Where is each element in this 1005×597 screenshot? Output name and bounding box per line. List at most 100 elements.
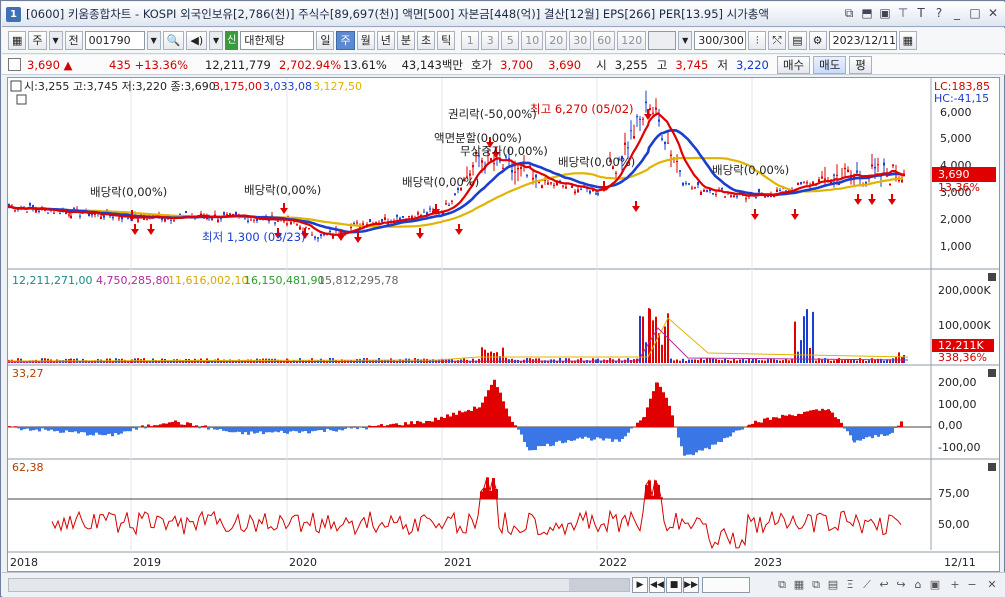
period-month[interactable]: 월 bbox=[356, 31, 375, 50]
candle-body bbox=[112, 217, 114, 219]
period-day[interactable]: 일 bbox=[316, 31, 335, 50]
candle-body bbox=[454, 193, 456, 196]
osc-bar bbox=[410, 421, 413, 428]
interval-1[interactable]: 1 bbox=[461, 31, 480, 50]
chart-area[interactable]: 시:3,255 고:3,745 저:3,220 종:3,690 3,175,00… bbox=[7, 77, 1000, 572]
scrollbar-thumb[interactable] bbox=[569, 579, 629, 591]
tool-close-icon[interactable]: ✕ bbox=[984, 577, 1000, 593]
period-second[interactable]: 초 bbox=[416, 31, 436, 50]
date-input[interactable]: 2023/12/11 bbox=[828, 31, 897, 50]
tool-save-icon[interactable]: ▣ bbox=[927, 577, 943, 593]
prev-button[interactable]: 전 bbox=[64, 31, 83, 50]
candle-body bbox=[824, 178, 826, 181]
calendar-icon[interactable]: ▦ bbox=[898, 31, 918, 50]
candle-body bbox=[35, 209, 37, 213]
play-button[interactable]: ▶ bbox=[632, 577, 648, 593]
window-icon[interactable]: ▣ bbox=[877, 5, 893, 22]
osc-bar bbox=[338, 427, 341, 430]
maximize-icon[interactable]: □ bbox=[967, 5, 983, 22]
quote-checkbox[interactable] bbox=[8, 58, 21, 71]
chart-svg[interactable]: 시:3,255 고:3,745 저:3,220 종:3,690 3,175,00… bbox=[7, 78, 999, 571]
period-select[interactable]: 주 bbox=[28, 31, 47, 50]
legend-checkbox-icon[interactable] bbox=[10, 80, 22, 92]
osc-bar bbox=[332, 427, 335, 431]
vol-legend-4: 16,150,481,90 bbox=[244, 274, 324, 287]
volume-bar bbox=[727, 360, 729, 363]
tool-zoom-out-icon[interactable]: − bbox=[964, 577, 980, 593]
candle-body bbox=[445, 203, 447, 205]
interval-5[interactable]: 5 bbox=[501, 31, 520, 50]
tool-redo-icon[interactable]: ↪ bbox=[893, 577, 909, 593]
turnover-rate: 13.61% bbox=[343, 57, 387, 72]
avg-button[interactable]: 평 bbox=[849, 55, 872, 74]
osc-bar bbox=[141, 425, 144, 428]
high-annotation: 최고 6,270 (05/02) bbox=[530, 102, 634, 116]
close-icon[interactable]: ✕ bbox=[985, 5, 1001, 22]
osc-bar bbox=[268, 427, 271, 433]
rewind-button[interactable]: ◀◀ bbox=[649, 577, 665, 593]
minimize-icon[interactable]: _ bbox=[949, 5, 965, 22]
tool-line-icon[interactable]: ⟋ bbox=[859, 577, 875, 593]
search-icon[interactable]: 🔍 bbox=[162, 31, 185, 50]
forward-button[interactable]: ▶▶ bbox=[683, 577, 699, 593]
tool-zoom-in-icon[interactable]: + bbox=[947, 577, 963, 593]
buy-button[interactable]: 매수 bbox=[776, 55, 811, 74]
osc-bar bbox=[843, 427, 846, 429]
period-tick[interactable]: 틱 bbox=[437, 31, 456, 50]
stop-button[interactable]: ■ bbox=[666, 577, 682, 593]
count-input[interactable]: 300/300 bbox=[694, 31, 747, 50]
help-icon[interactable]: ? bbox=[931, 5, 947, 22]
pin-up-icon[interactable]: ⊤ bbox=[895, 5, 911, 22]
tool-undo-icon[interactable]: ↩ bbox=[876, 577, 892, 593]
osc-bar bbox=[317, 427, 320, 431]
period-minute[interactable]: 분 bbox=[396, 31, 415, 50]
osc-bar bbox=[587, 427, 590, 438]
restore-icon[interactable]: ⧉ bbox=[841, 5, 857, 22]
interval-3[interactable]: 3 bbox=[481, 31, 500, 50]
interval-30[interactable]: 30 bbox=[569, 31, 592, 50]
osc-bar bbox=[138, 427, 141, 428]
code-input[interactable]: 001790 bbox=[84, 31, 145, 50]
interval-custom-input[interactable] bbox=[648, 31, 677, 50]
tool-box-icon[interactable]: ⧉ bbox=[774, 577, 790, 593]
period-dropdown-icon[interactable]: ▼ bbox=[48, 31, 63, 50]
osc-bar bbox=[859, 427, 862, 441]
tool-grid-icon[interactable]: ▦ bbox=[791, 577, 807, 593]
scrollbar[interactable] bbox=[8, 578, 630, 592]
code-dropdown-icon[interactable]: ▼ bbox=[146, 31, 161, 50]
period-week[interactable]: 주 bbox=[336, 31, 355, 50]
osc-bar bbox=[419, 421, 422, 428]
grid-icon[interactable] bbox=[16, 94, 27, 105]
candle-body bbox=[661, 138, 663, 140]
interval-20[interactable]: 20 bbox=[545, 31, 568, 50]
tool-home-icon[interactable]: ⌂ bbox=[910, 577, 926, 593]
candle-body bbox=[274, 222, 276, 224]
interval-10[interactable]: 10 bbox=[521, 31, 544, 50]
sound-icon[interactable]: ◀) bbox=[186, 31, 208, 50]
osc-panel-close-icon[interactable] bbox=[988, 369, 996, 377]
settings-icon[interactable]: ⚙ bbox=[808, 31, 827, 50]
sound-dropdown-icon[interactable]: ▼ bbox=[209, 31, 224, 50]
tool-copy-icon[interactable]: ⧉ bbox=[808, 577, 824, 593]
osc-bar bbox=[159, 424, 162, 428]
interval-dropdown-icon[interactable]: ▼ bbox=[678, 31, 693, 50]
period-year[interactable]: 년 bbox=[376, 31, 395, 50]
layout-icon[interactable]: ▦ bbox=[8, 31, 27, 50]
indicator-icon[interactable]: ⫶ bbox=[748, 31, 767, 50]
volume-bar bbox=[815, 360, 817, 363]
text-icon[interactable]: T bbox=[913, 5, 929, 22]
zoom-slider[interactable] bbox=[702, 577, 750, 593]
pin-icon[interactable]: ⬒ bbox=[859, 5, 875, 22]
current-pct-label: 13,36% bbox=[938, 181, 980, 194]
interval-120[interactable]: 120 bbox=[617, 31, 647, 50]
rsi-panel-close-icon[interactable] bbox=[988, 463, 996, 471]
tool-print-icon[interactable]: ▤ bbox=[825, 577, 841, 593]
vol-panel-close-icon[interactable] bbox=[988, 273, 996, 281]
rsi-tick-2: 50,00 bbox=[938, 518, 970, 531]
tool-text-icon[interactable]: Ξ bbox=[842, 577, 858, 593]
interval-60[interactable]: 60 bbox=[593, 31, 616, 50]
save-icon[interactable]: ▤ bbox=[788, 31, 807, 50]
trend-icon[interactable]: ⤲ bbox=[768, 31, 787, 50]
candle-body bbox=[645, 101, 647, 104]
sell-button[interactable]: 매도 bbox=[813, 55, 847, 74]
